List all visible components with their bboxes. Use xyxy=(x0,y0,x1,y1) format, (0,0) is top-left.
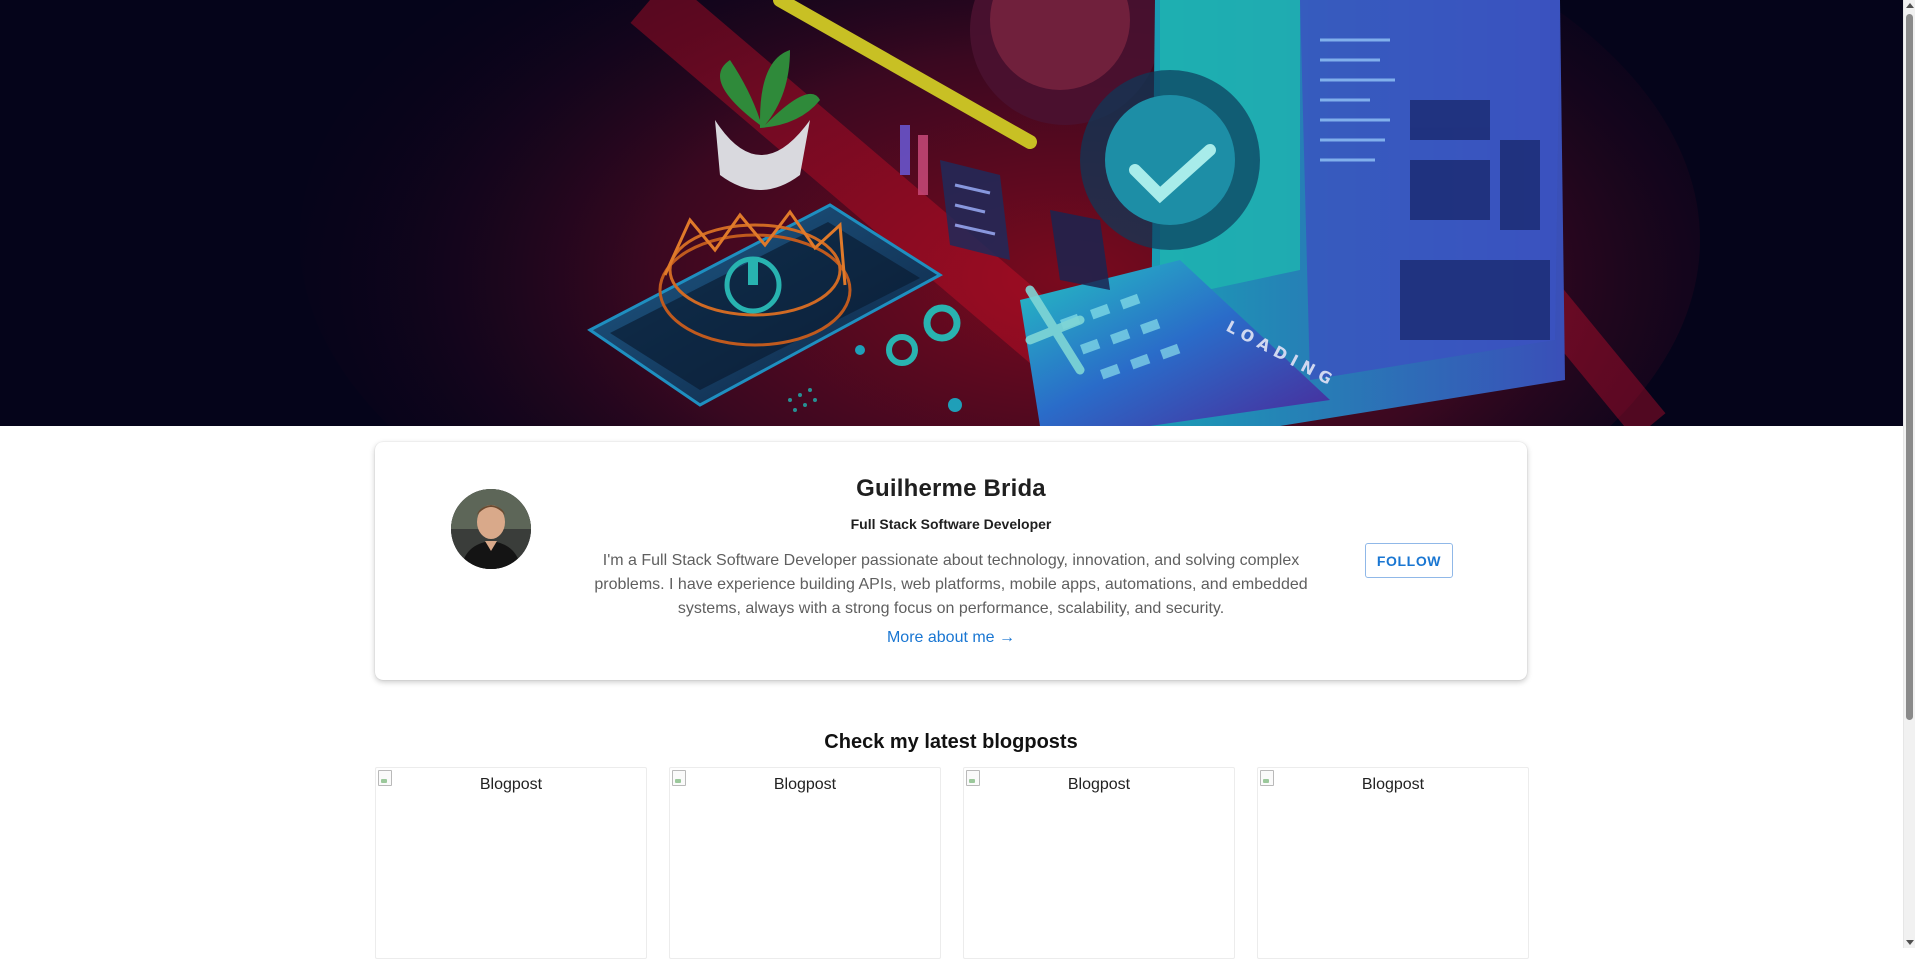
profile-bio: I'm a Full Stack Software Developer pass… xyxy=(594,552,1308,617)
blogpost-image-alt: Blogpost xyxy=(773,776,837,793)
hero-illustration: LOADING xyxy=(0,0,1904,426)
scroll-down-arrow-icon[interactable] xyxy=(1906,940,1914,945)
hero-banner: LOADING xyxy=(0,0,1904,426)
blogpost-image-alt: Blogpost xyxy=(1067,776,1131,793)
scroll-up-arrow-icon[interactable] xyxy=(1906,3,1914,8)
blogpost-image-alt: Blogpost xyxy=(479,776,543,793)
blogpost-card[interactable]: Blogpost xyxy=(669,767,941,959)
more-about-me-link[interactable]: More about me → xyxy=(375,629,1527,647)
blogpost-card[interactable]: Blogpost xyxy=(1257,767,1529,959)
follow-button[interactable]: FOLLOW xyxy=(1365,543,1453,578)
blogpost-card[interactable]: Blogpost xyxy=(963,767,1235,959)
profile-name: Guilherme Brida xyxy=(856,475,1046,502)
scrollbar-thumb[interactable] xyxy=(1906,14,1913,720)
profile-card: Guilherme Brida Full Stack Software Deve… xyxy=(375,442,1527,680)
blogposts-heading: Check my latest blogposts xyxy=(824,731,1078,753)
profile-role: Full Stack Software Developer xyxy=(850,516,1052,532)
blogpost-image-alt: Blogpost xyxy=(1361,776,1425,793)
blogpost-card[interactable]: Blogpost xyxy=(375,767,647,959)
page-scrollbar[interactable] xyxy=(1903,0,1915,948)
